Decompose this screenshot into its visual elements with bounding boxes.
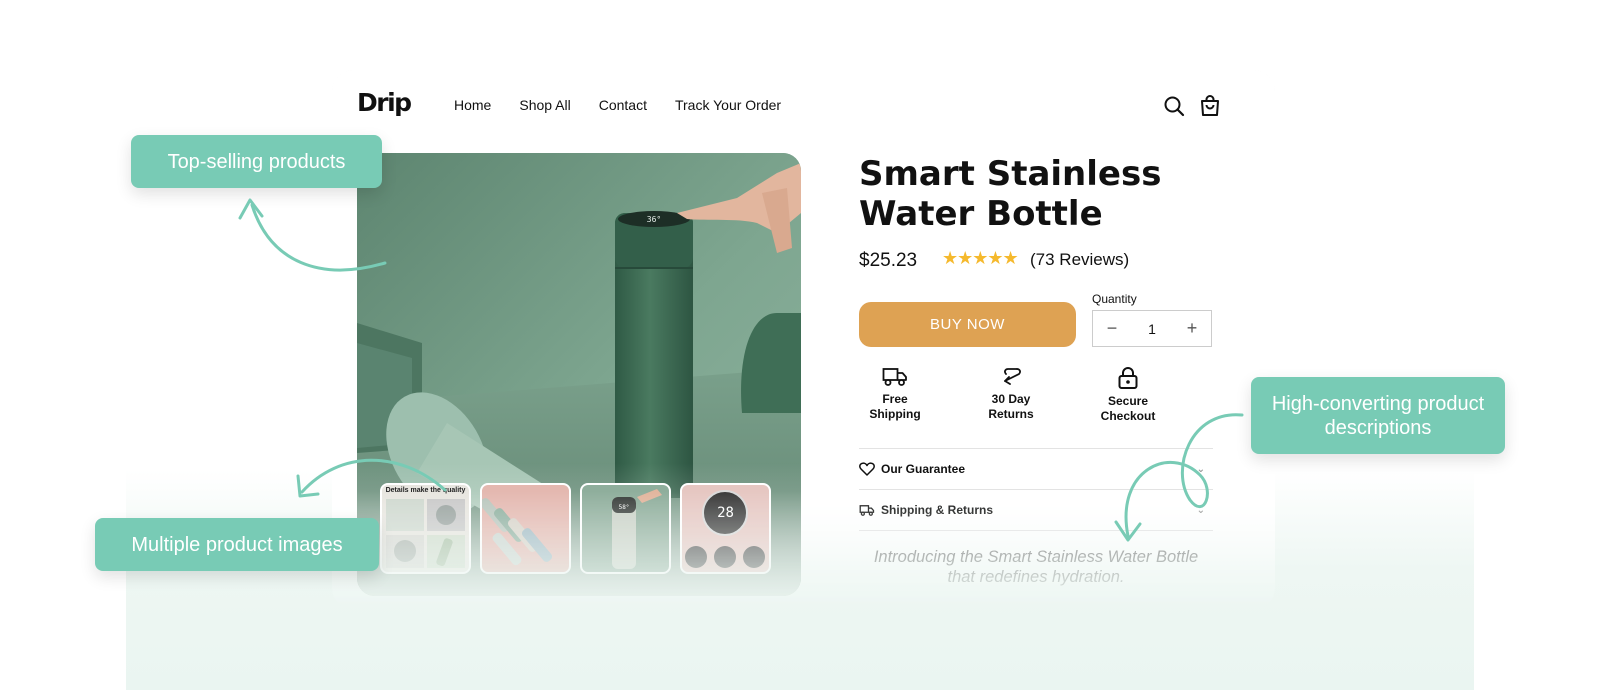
nav-shop-all[interactable]: Shop All [519, 97, 570, 113]
truck-icon [859, 504, 875, 516]
feature-returns: 30 Day Returns [961, 366, 1061, 422]
callout-multiple-images: Multiple product images [95, 518, 379, 571]
nav-track-order[interactable]: Track Your Order [675, 97, 781, 113]
thumbnail-bottle[interactable]: 58° [580, 483, 671, 574]
nav-home[interactable]: Home [454, 97, 491, 113]
reviews-link[interactable]: (73 Reviews) [1030, 250, 1129, 270]
brand-logo[interactable]: Drip [357, 88, 412, 117]
buy-now-button[interactable]: BUY NOW [859, 302, 1076, 347]
callout-top-selling: Top-selling products [131, 135, 382, 188]
thumbnail-details[interactable]: Details make the quality [380, 483, 471, 574]
rating-stars: ★★★★★ [942, 248, 1019, 268]
chevron-down-icon: ⌄ [1196, 463, 1205, 475]
main-nav: Home Shop All Contact Track Your Order [454, 97, 781, 113]
thumbnail-colors[interactable] [480, 483, 571, 574]
accordion-shipping-returns-label: Shipping & Returns [881, 503, 993, 517]
lock-icon [1118, 367, 1138, 389]
thumbnail-colors-image [482, 498, 553, 566]
feature-free-shipping: Free Shipping [845, 366, 945, 422]
product-title: Smart Stainless Water Bottle [859, 154, 1162, 234]
truck-icon [882, 368, 907, 386]
feature-returns-line1: 30 Day [991, 392, 1031, 406]
thumbnail-bottle-image: 58° [612, 489, 662, 569]
quantity-value[interactable]: 1 [1148, 321, 1156, 337]
thumbnail-temperature[interactable]: 28 [680, 483, 771, 574]
svg-text:58°: 58° [619, 504, 630, 511]
accordion-shipping-returns[interactable]: Shipping & Returns ⌄ [859, 489, 1213, 530]
feature-free-shipping-line2: Shipping [869, 407, 921, 421]
cart-icon[interactable] [1198, 94, 1222, 118]
search-icon[interactable] [1162, 94, 1186, 118]
heart-icon [859, 462, 875, 476]
feature-secure-line1: Secure [1107, 394, 1149, 408]
feature-secure-checkout: Secure Checkout [1078, 366, 1178, 424]
marketing-stage: Drip Home Shop All Contact Track Your Or… [0, 0, 1600, 690]
quantity-decrease-button[interactable]: − [1105, 318, 1119, 339]
thumbnail-temperature-image [685, 490, 765, 568]
product-main-image[interactable]: 36° Details make the quality [357, 153, 801, 596]
chevron-down-icon: ⌄ [1196, 504, 1205, 516]
thumbnail-temperature-readout: 28 [717, 505, 734, 521]
thumbnail-details-image [386, 499, 465, 568]
feature-free-shipping-line1: Free [882, 392, 908, 406]
accordion-our-guarantee[interactable]: Our Guarantee ⌄ [859, 448, 1213, 489]
quantity-label: Quantity [1092, 292, 1137, 306]
thumbnail-strip: Details make the quality 58° 28 [380, 483, 771, 574]
quantity-increase-button[interactable]: + [1185, 318, 1199, 339]
feature-returns-line2: Returns [988, 407, 1034, 421]
quantity-stepper: − 1 + [1092, 310, 1212, 347]
thumbnail-details-caption: Details make the quality [385, 487, 466, 494]
product-description: Introducing the Smart Stainless Water Bo… [873, 548, 1199, 586]
store-preview-card: Drip Home Shop All Contact Track Your Or… [332, 70, 1275, 610]
accordion-our-guarantee-label: Our Guarantee [881, 462, 966, 476]
return-arrow-icon [1004, 368, 1021, 385]
accordion-divider [859, 530, 1213, 531]
nav-contact[interactable]: Contact [599, 97, 647, 113]
callout-high-converting: High-converting product descriptions [1251, 377, 1505, 454]
product-price: $25.23 [859, 250, 918, 271]
feature-secure-line2: Checkout [1100, 409, 1156, 423]
